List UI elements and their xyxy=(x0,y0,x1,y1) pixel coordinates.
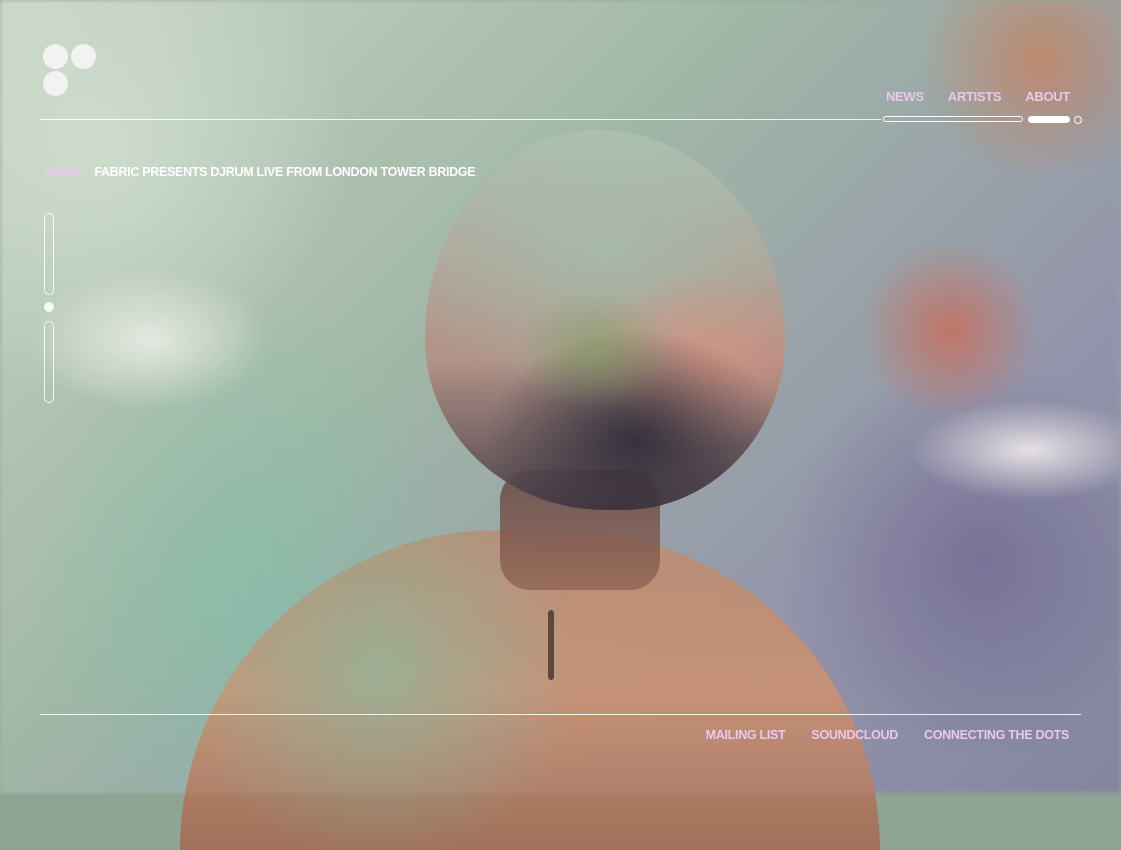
nav-indicator-dot-icon xyxy=(1074,116,1082,124)
header-divider xyxy=(40,119,881,120)
page-title: FABRIC PRESENTS DJRUM LIVE FROM LONDON T… xyxy=(94,165,476,179)
slide-indicator-next[interactable] xyxy=(44,321,54,403)
footer-link-connecting-the-dots[interactable]: CONNECTING THE DOTS xyxy=(924,728,1069,742)
nav-indicator-track xyxy=(883,116,1023,122)
nav-item-news[interactable]: NEWS xyxy=(886,89,924,104)
breadcrumb: NEWS FABRIC PRESENTS DJRUM LIVE FROM LON… xyxy=(45,165,476,179)
logo-dot-icon xyxy=(43,71,68,96)
breadcrumb-section[interactable]: NEWS xyxy=(45,165,82,179)
fabric-logo[interactable] xyxy=(43,44,97,98)
logo-dot-icon xyxy=(43,44,68,69)
slide-indicator-prev[interactable] xyxy=(44,213,54,295)
nav-item-artists[interactable]: ARTISTS xyxy=(948,89,1002,104)
footer-links: MAILING LIST SOUNDCLOUD CONNECTING THE D… xyxy=(706,728,1070,742)
slide-indicator-current-icon[interactable] xyxy=(44,302,54,312)
footer-link-soundcloud[interactable]: SOUNDCLOUD xyxy=(811,728,898,742)
footer-link-mailing-list[interactable]: MAILING LIST xyxy=(706,728,786,742)
footer-divider xyxy=(40,714,1081,715)
logo-dot-icon xyxy=(71,44,96,69)
main-nav: NEWS ARTISTS ABOUT xyxy=(886,89,1070,104)
nav-item-about[interactable]: ABOUT xyxy=(1025,89,1070,104)
nav-indicator-active xyxy=(1028,116,1070,123)
